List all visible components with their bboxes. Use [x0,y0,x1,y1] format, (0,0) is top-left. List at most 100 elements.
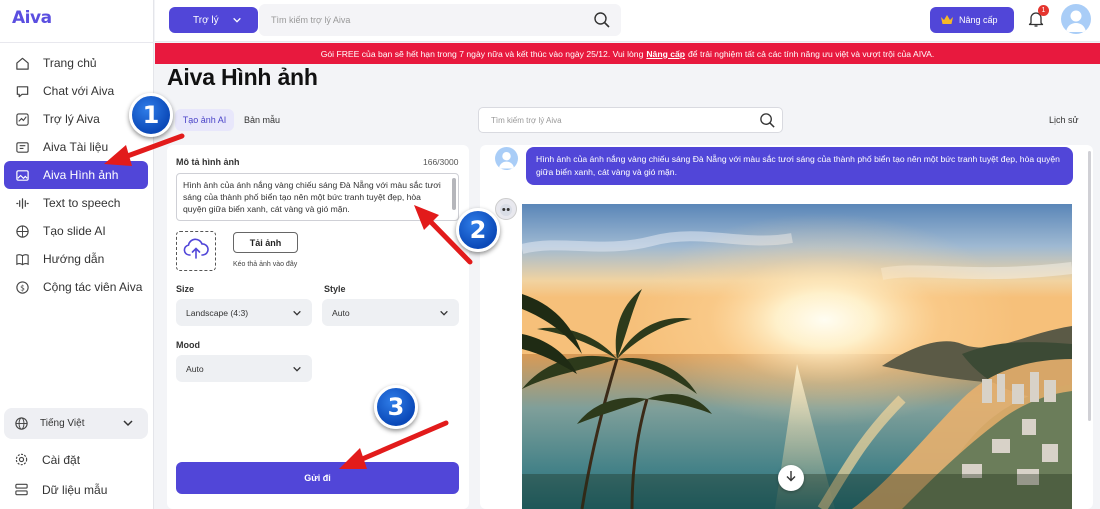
database-icon [14,482,30,498]
sidebar-item-label: Tạo slide AI [43,224,106,238]
character-counter: 166/3000 [423,157,459,167]
globe-icon [14,416,30,432]
upgrade-button[interactable]: Nâng cấp [930,7,1014,33]
tab-create-ai-image[interactable]: Tạo ảnh AI [175,109,234,131]
sample-data-link[interactable]: Dữ liệu mẫu [4,477,148,503]
size-value: Landscape (4:3) [186,307,249,318]
drag-drop-hint: Kéo thả ảnh vào đây [233,261,298,268]
avatar[interactable] [1061,4,1091,34]
size-label: Size [176,284,195,294]
bot-avatar [495,198,517,220]
step-2-marker: 2 [456,208,500,252]
sidebar-item-label: Hướng dẫn [43,252,105,266]
banner-text-before: Gói FREE của bạn sẽ hết hạn trong 7 ngày… [320,48,644,59]
chevron-down-icon [122,417,134,432]
chat-panel: Hình ảnh của ánh nắng vàng chiếu sáng Đà… [480,145,1093,509]
upload-image-button[interactable]: Tải ảnh [233,232,298,253]
sidebar-item-home[interactable]: Trang chủ [4,49,148,77]
top-search-placeholder: Tìm kiếm trợ lý Aiva [271,15,351,25]
sidebar-item-label: Trợ lý Aiva [43,112,100,126]
generated-image[interactable] [522,204,1072,509]
sidebar-item-label: Chat với Aiva [43,84,115,98]
expiry-banner: Gói FREE của bạn sẽ hết hạn trong 7 ngày… [155,43,1100,64]
user-avatar [495,147,518,170]
image-form-panel: Mô tả hình ảnh 166/3000 Hình ảnh của ánh… [167,145,469,509]
chat-scrollbar[interactable] [1088,151,1091,421]
prompt-scrollbar[interactable] [452,178,456,210]
sidebar-item-guide[interactable]: Hướng dẫn [4,245,148,273]
user-message-bubble: Hình ảnh của ánh nắng vàng chiếu sáng Đà… [526,147,1073,185]
crown-icon [940,14,954,27]
image-icon [14,167,30,183]
sidebar-item-label: Aiva Hình ảnh [43,168,119,182]
cloud-upload-icon [183,238,209,265]
chart-icon [14,111,30,127]
aiva-logo[interactable]: Aiva [12,8,52,28]
sound-wave-icon [14,195,30,211]
sample-data-label: Dữ liệu mẫu [42,483,108,497]
language-selector[interactable]: Tiếng Việt [4,408,148,439]
arrow-down-icon [785,469,797,487]
step-3-marker: 3 [374,385,418,429]
mood-value: Auto [186,363,204,374]
prompt-textarea[interactable]: Hình ảnh của ánh nắng vàng chiếu sáng Đà… [176,173,459,221]
sidebar: Aiva Trang chủ Chat với Aiva Trợ lý Aiva… [0,0,154,509]
search-icon[interactable] [759,112,776,131]
sidebar-item-slides[interactable]: Tạo slide AI [4,217,148,245]
prompt-text: Hình ảnh của ánh nắng vàng chiếu sáng Đà… [183,180,441,214]
assistant-button-label: Trợ lý [193,14,219,26]
sidebar-nav: Trang chủ Chat với Aiva Trợ lý Aiva Aiva… [4,49,148,301]
chat-icon [14,83,30,99]
description-label: Mô tả hình ảnh [176,157,240,167]
user-avatar-icon [1066,10,1086,32]
tab-templates[interactable]: Bản mẫu [244,115,280,125]
sidebar-item-documents[interactable]: Aiva Tài liệu [4,133,148,161]
mood-label: Mood [176,340,200,350]
sidebar-item-label: Trang chủ [43,56,97,70]
sidebar-item-label: Text to speech [43,196,121,210]
settings-label: Cài đặt [42,453,81,467]
history-link[interactable]: Lịch sử [1049,115,1079,125]
sidebar-item-images[interactable]: Aiva Hình ảnh [4,161,148,189]
chevron-down-icon [439,308,449,320]
slides-icon [14,223,30,239]
sidebar-item-chat[interactable]: Chat với Aiva [4,77,148,105]
style-label: Style [324,284,346,294]
mood-select[interactable]: Auto [176,355,312,382]
sidebar-item-affiliate[interactable]: $ Cộng tác viên Aiva [4,273,148,301]
sidebar-item-assistant[interactable]: Trợ lý Aiva [4,105,148,133]
upgrade-label: Nâng cấp [959,15,998,25]
document-icon [14,139,30,155]
assistant-search-placeholder: Tìm kiếm trợ lý Aiva [491,115,562,125]
chevron-down-icon [292,308,302,320]
settings-link[interactable]: Cài đặt [4,447,148,473]
chevron-down-icon [292,364,302,376]
banner-upgrade-link[interactable]: Nâng cấp [646,49,685,59]
sidebar-item-label: Aiva Tài liệu [43,140,109,154]
home-icon [14,55,30,71]
app-root: Aiva Trang chủ Chat với Aiva Trợ lý Aiva… [0,0,1100,509]
scroll-down-button[interactable] [778,465,804,491]
book-icon [14,251,30,267]
user-avatar-icon [498,151,515,169]
top-bar: Trợ lý Tìm kiếm trợ lý Aiva Nâng cấp 1 [155,0,1100,42]
notification-badge: 1 [1038,5,1049,16]
assistant-dropdown-button[interactable]: Trợ lý [169,7,258,33]
style-select[interactable]: Auto [322,299,459,326]
top-search-input[interactable]: Tìm kiếm trợ lý Aiva [259,4,621,36]
chevron-down-icon [232,15,242,28]
search-icon[interactable] [593,11,611,31]
style-value: Auto [332,307,350,318]
dollar-icon: $ [14,279,30,295]
step-1-marker: 1 [129,93,173,137]
size-select[interactable]: Landscape (4:3) [176,299,312,326]
sidebar-item-tts[interactable]: Text to speech [4,189,148,217]
banner-text-after: để trải nghiệm tất cả các tính năng ưu v… [688,48,935,59]
upload-dropzone[interactable] [176,231,216,271]
send-button[interactable]: Gửi đi [176,462,459,494]
assistant-search-input[interactable]: Tìm kiếm trợ lý Aiva [478,107,783,133]
page-title: Aiva Hình ảnh [167,64,318,90]
sidebar-divider [0,42,154,43]
sidebar-item-label: Cộng tác viên Aiva [43,280,143,294]
robot-icon [500,204,512,216]
